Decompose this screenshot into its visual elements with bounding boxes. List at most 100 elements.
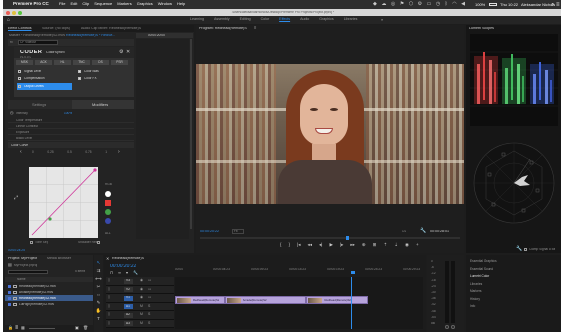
plugin-check-row[interactable]: Output Levels (17, 83, 72, 90)
display-icon[interactable]: ▭ (427, 2, 432, 7)
track-toggle-icon[interactable]: M (140, 312, 143, 317)
timeline-clip[interactable]: Arcade(Remote)S2 (224, 296, 307, 304)
tone-sep-checkbox[interactable] (30, 241, 33, 244)
go-out-icon[interactable]: ▸▸ (350, 242, 355, 248)
menu-sequence[interactable]: Sequence (94, 2, 112, 6)
timeline-settings-icon[interactable]: 🔧 (133, 271, 138, 276)
right-list-item[interactable]: Lumetri Color (466, 273, 561, 281)
wifi-icon[interactable]: ◠ (452, 2, 456, 7)
timeline-close-icon[interactable]: ✕ (106, 256, 109, 261)
zoom-slider[interactable] (29, 328, 55, 329)
minimize-icon[interactable] (12, 10, 16, 15)
workspace-libraries[interactable]: Libraries (344, 17, 358, 22)
program-menu-icon[interactable]: ≡ (254, 26, 256, 30)
plugin-check-row[interactable]: Color Bias (77, 68, 132, 75)
program-title[interactable]: Program: Redhead(Remote)S (199, 27, 247, 31)
ripple-edit-icon[interactable]: ⟷ (94, 275, 103, 283)
timeline-ruler[interactable]: 00:00 00:00:04:23 00:00:09:23 00:00:14:23 00… (175, 268, 423, 274)
list-view-icon[interactable]: ≣ (15, 326, 18, 330)
workspace-color[interactable]: Color (261, 17, 270, 22)
channel-swatch[interactable] (105, 218, 111, 224)
plugin-chip[interactable]: PSR (111, 60, 128, 65)
program-scrub-bar[interactable] (200, 236, 460, 240)
tab-media-browser[interactable]: Media Browser (47, 257, 71, 261)
scope-wrench-icon[interactable]: 🔧 (516, 247, 522, 252)
go-in-icon[interactable]: ◂◂ (307, 242, 312, 248)
track-toggle-icon[interactable]: M (140, 304, 143, 309)
settings-wrench-icon[interactable]: 🔧 (420, 228, 426, 234)
chip-rgb[interactable]: RGB (105, 183, 112, 186)
export-frame-icon[interactable]: ◉ (405, 242, 409, 248)
track-lock-icon[interactable]: ▯ (108, 287, 110, 292)
plugin-chip[interactable]: ACK (35, 60, 52, 65)
plugin-chip[interactable]: DS (92, 60, 109, 65)
type-tool-icon[interactable]: T (94, 315, 103, 323)
workspace-graphics[interactable]: Graphics (319, 17, 333, 22)
workspace-more[interactable]: » (381, 18, 383, 22)
prev-frame-icon[interactable]: ◂| (319, 242, 322, 248)
source-label[interactable]: Master * Redhead(Remote)S2.mov (9, 34, 65, 38)
curve-point-low[interactable] (48, 217, 52, 221)
add-marker-icon[interactable]: ▾ (126, 271, 128, 276)
track-sync-icon[interactable]: S (148, 321, 150, 326)
curve-prev-icon[interactable]: ‹ (20, 149, 22, 155)
workspace-assembly[interactable]: Assembly (214, 17, 230, 22)
tab-settings[interactable]: Settings (32, 103, 46, 107)
list-icon[interactable]: ≡ (556, 2, 560, 8)
track-toggle-icon[interactable]: ◉ (140, 278, 143, 283)
clamp-checkbox[interactable] (524, 248, 527, 251)
plugin-checkbox[interactable] (18, 77, 21, 80)
plugin-chip[interactable]: MSK (16, 60, 33, 65)
track-sync-icon[interactable]: S (148, 304, 150, 309)
plugin-checkbox[interactable] (18, 84, 21, 88)
mark-out-icon[interactable]: } (289, 242, 291, 248)
track-lock-icon[interactable]: ▯ (108, 304, 110, 309)
curve-next-icon[interactable]: › (118, 149, 120, 155)
lock-icon[interactable]: 🔒 (8, 326, 13, 330)
channel-swatch[interactable] (105, 191, 111, 197)
track-lock-icon[interactable]: ▯ (108, 295, 110, 300)
program-playhead[interactable] (345, 236, 349, 240)
menu-window[interactable]: Window (158, 2, 172, 6)
menu-edit[interactable]: Edit (70, 2, 77, 6)
plugin-checkbox[interactable] (78, 77, 81, 80)
plugin-chip[interactable]: TNC (73, 60, 90, 65)
right-list-item[interactable]: Essential Graphics (466, 258, 561, 266)
fx-toggle-icon[interactable]: fx (10, 41, 13, 45)
shield-icon[interactable]: ⬡ (409, 2, 413, 7)
timeline-tab[interactable]: Redhead(Remote)S (112, 257, 144, 261)
icon-view-icon[interactable]: ▦ (21, 326, 25, 330)
clock-text[interactable]: Thu 10:22 (500, 3, 518, 7)
plugin-chip[interactable]: HL (54, 60, 71, 65)
timeline-playhead-head[interactable] (351, 271, 356, 274)
track-toggle-icon[interactable]: ◉ (140, 287, 143, 292)
extract-icon[interactable]: ⇣ (394, 242, 398, 248)
workspace-audio[interactable]: Audio (300, 17, 309, 22)
plugin-close-icon[interactable]: ✕ (126, 50, 130, 55)
track-lock-icon[interactable]: ▯ (108, 312, 110, 317)
chip-all[interactable]: ALL (105, 232, 111, 235)
track-sync-icon[interactable]: ▭ (148, 287, 151, 292)
play-icon[interactable]: ▶ (329, 242, 332, 248)
home-icon[interactable]: ⌂ (7, 17, 10, 23)
next-frame-icon[interactable]: |▸ (340, 242, 343, 248)
curve-reset-icon[interactable]: ⤢ (14, 196, 18, 201)
track-sync-icon[interactable]: S (148, 312, 150, 317)
tab-modifiers[interactable]: Modifiers (92, 103, 108, 107)
track-toggle-icon[interactable]: M (140, 321, 143, 326)
mark-in-icon[interactable]: { (280, 242, 282, 248)
linked-selection-icon[interactable]: ∞ (118, 271, 121, 276)
timeline-timecode[interactable]: 00:00:20:22 (110, 264, 136, 269)
volume-icon[interactable]: ◀ (461, 2, 465, 7)
workspace-editing[interactable]: Editing (240, 17, 251, 22)
track-sync-icon[interactable]: ▭ (148, 278, 151, 283)
close-icon[interactable] (6, 10, 10, 15)
right-list-item[interactable]: Markers (466, 288, 561, 296)
right-list-item[interactable]: Info (466, 303, 561, 311)
project-item[interactable]: LutHigh(Remote)S2.mov (5, 301, 93, 307)
ec-scrollbar[interactable] (190, 39, 192, 229)
menu-graphics[interactable]: Graphics (137, 2, 153, 6)
workspace-learning[interactable]: Learning (190, 17, 204, 22)
plugin-check-row[interactable]: Signal Level (17, 68, 72, 75)
tab-audio-clip-mixer[interactable]: Audio Clip Mixer: Redhead(Remote)S (81, 27, 141, 31)
